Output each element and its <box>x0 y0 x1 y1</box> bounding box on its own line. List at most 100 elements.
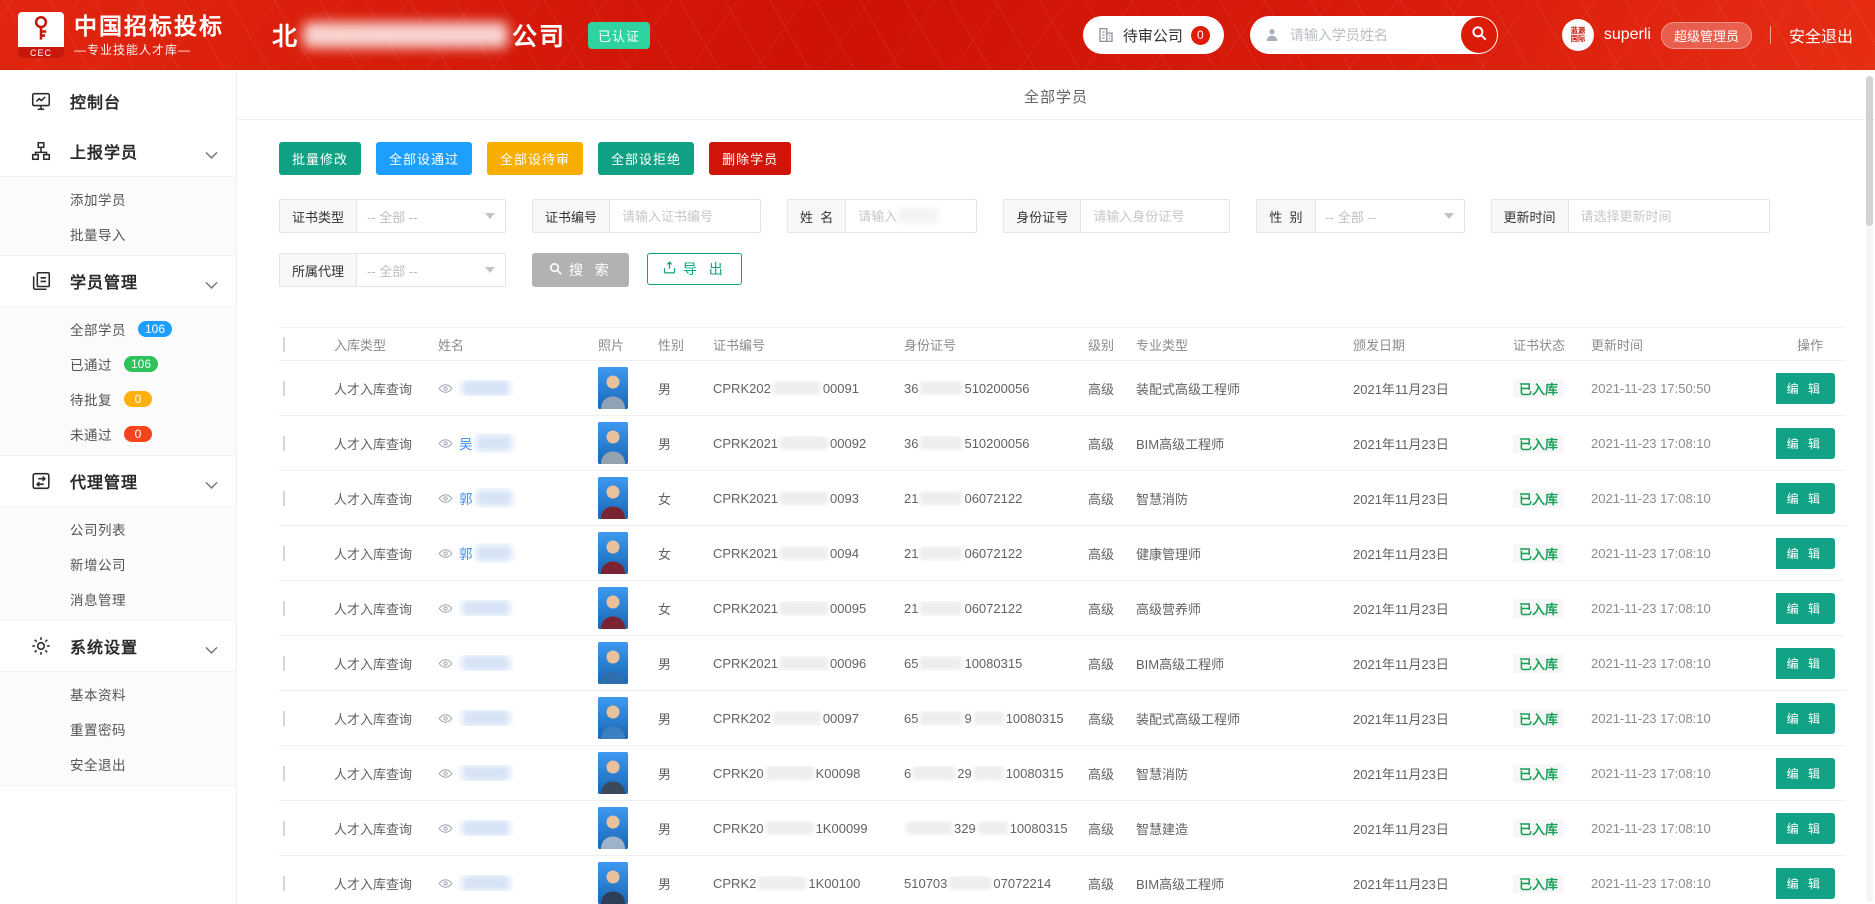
row-checkbox[interactable] <box>283 766 285 781</box>
search-button[interactable]: 搜 索 <box>532 253 629 287</box>
eye-icon[interactable] <box>438 491 453 506</box>
sidebar-section-system-settings[interactable]: 系统设置 <box>0 621 236 671</box>
cert-no-input[interactable] <box>620 208 750 225</box>
sidebar-item-rejected[interactable]: 未通过 0 <box>0 416 236 451</box>
sidebar-item-reset-password[interactable]: 重置密码 <box>0 711 236 746</box>
redacted-text <box>920 546 962 560</box>
sidebar-item-batch-import[interactable]: 批量导入 <box>0 216 236 251</box>
entry-type: 人才入库查询 <box>334 874 438 893</box>
set-all-review-button[interactable]: 全部设待审 <box>487 142 583 175</box>
status-badge: 已入库 <box>1513 819 1564 838</box>
student-name[interactable]: 吴 <box>459 433 473 453</box>
edit-button[interactable]: 编 辑 <box>1776 483 1835 514</box>
edit-button[interactable]: 编 辑 <box>1776 703 1835 734</box>
edit-button[interactable]: 编 辑 <box>1776 648 1835 679</box>
sidebar-item-message-mgmt[interactable]: 消息管理 <box>0 581 236 616</box>
sidebar-section-report-students[interactable]: 上报学员 <box>0 126 236 176</box>
row-checkbox[interactable] <box>283 491 285 506</box>
sidebar-item-pending-approval[interactable]: 待批复 0 <box>0 381 236 416</box>
level: 高级 <box>1088 544 1136 563</box>
redacted-text <box>920 491 962 505</box>
set-all-reject-button[interactable]: 全部设拒绝 <box>598 142 694 175</box>
count-badge: 106 <box>138 321 172 337</box>
eye-icon[interactable] <box>438 821 453 836</box>
row-checkbox[interactable] <box>283 381 285 396</box>
status-badge: 已入库 <box>1513 379 1564 398</box>
table-row: 人才入库查询 男 CPRK20K00098 62910080315 高级 智慧消… <box>279 746 1845 801</box>
delete-students-button[interactable]: 删除学员 <box>709 142 791 175</box>
row-checkbox[interactable] <box>283 601 285 616</box>
key-icon <box>27 12 55 47</box>
sidebar-item-safe-logout[interactable]: 安全退出 <box>0 746 236 781</box>
sidebar-section-agent-mgmt[interactable]: 代理管理 <box>0 456 236 506</box>
edit-button[interactable]: 编 辑 <box>1776 373 1835 404</box>
level: 高级 <box>1088 379 1136 398</box>
sidebar-section-student-mgmt[interactable]: 学员管理 <box>0 256 236 306</box>
agent-select[interactable]: -- 全部 -- <box>357 254 505 286</box>
page-title: 全部学员 <box>237 70 1875 120</box>
eye-icon[interactable] <box>438 656 453 671</box>
cert-type-select[interactable]: -- 全部 -- <box>357 200 505 232</box>
eye-icon[interactable] <box>438 766 453 781</box>
row-checkbox[interactable] <box>283 821 285 836</box>
row-checkbox[interactable] <box>283 656 285 671</box>
eye-icon[interactable] <box>438 381 453 396</box>
pending-companies-button[interactable]: 待审公司 0 <box>1083 16 1224 54</box>
export-button[interactable]: 导 出 <box>647 253 742 285</box>
update-time-input[interactable] <box>1579 208 1759 225</box>
edit-button[interactable]: 编 辑 <box>1776 593 1835 624</box>
edit-button[interactable]: 编 辑 <box>1776 868 1835 899</box>
edit-button[interactable]: 编 辑 <box>1776 538 1835 569</box>
sidebar-item-basic-profile[interactable]: 基本资料 <box>0 676 236 711</box>
sidebar-item-company-list[interactable]: 公司列表 <box>0 511 236 546</box>
set-all-pass-button[interactable]: 全部设通过 <box>376 142 472 175</box>
eye-icon[interactable] <box>438 711 453 726</box>
filter-gender: 性 别-- 全部 -- <box>1256 199 1464 233</box>
chevron-down-icon <box>205 147 218 156</box>
id-number: 36510200056 <box>904 436 1088 451</box>
eye-icon[interactable] <box>438 546 453 561</box>
brand-title: 中国招标投标 <box>74 13 224 39</box>
redacted-text <box>766 821 814 835</box>
edit-button[interactable]: 编 辑 <box>1776 428 1835 459</box>
sidebar-item-add-company[interactable]: 新增公司 <box>0 546 236 581</box>
row-checkbox[interactable] <box>283 876 285 891</box>
student-name[interactable]: 郭 <box>459 543 473 563</box>
chevron-down-icon <box>205 277 218 286</box>
gender: 男 <box>658 379 713 398</box>
avatar[interactable]: 蓝源 国际 <box>1562 19 1594 51</box>
cert-number: CPRK202100095 <box>713 601 904 616</box>
scrollbar[interactable] <box>1866 76 1873 902</box>
profession-type: 装配式高级工程师 <box>1136 709 1353 728</box>
batch-edit-button[interactable]: 批量修改 <box>279 142 361 175</box>
filter-agent: 所属代理-- 全部 -- <box>279 253 506 287</box>
logout-link[interactable]: 安全退出 <box>1789 23 1853 47</box>
row-checkbox[interactable] <box>283 436 285 451</box>
edit-button[interactable]: 编 辑 <box>1776 813 1835 844</box>
status-badge: 已入库 <box>1513 654 1564 673</box>
sidebar-item-add-student[interactable]: 添加学员 <box>0 181 236 216</box>
row-checkbox[interactable] <box>283 711 285 726</box>
status-badge: 已入库 <box>1513 599 1564 618</box>
gender-select[interactable]: -- 全部 -- <box>1316 200 1464 232</box>
eye-icon[interactable] <box>438 876 453 891</box>
select-all-checkbox[interactable] <box>283 337 285 352</box>
sidebar-section-dashboard[interactable]: 控制台 <box>0 76 236 126</box>
id-no-input[interactable] <box>1091 208 1219 225</box>
profession-type: BIM高级工程师 <box>1136 434 1353 453</box>
student-name[interactable]: 郭 <box>459 488 473 508</box>
filter-cert-type: 证书类型-- 全部 -- <box>279 199 506 233</box>
eye-icon[interactable] <box>438 436 453 451</box>
col-header: 颁发日期 <box>1353 335 1513 354</box>
eye-icon[interactable] <box>438 601 453 616</box>
header-search-button[interactable] <box>1461 17 1497 53</box>
edit-button[interactable]: 编 辑 <box>1776 758 1835 789</box>
sidebar-item-all-students[interactable]: 全部学员 106 <box>0 311 236 346</box>
sidebar-item-passed[interactable]: 已通过 106 <box>0 346 236 381</box>
redacted-name <box>462 820 510 836</box>
filter-row-2: 所属代理-- 全部 -- 搜 索 导 出 <box>279 253 1845 287</box>
submenu-report-students: 添加学员 批量导入 <box>0 176 236 256</box>
level: 高级 <box>1088 764 1136 783</box>
row-checkbox[interactable] <box>283 546 285 561</box>
student-search-input[interactable] <box>1288 26 1432 44</box>
